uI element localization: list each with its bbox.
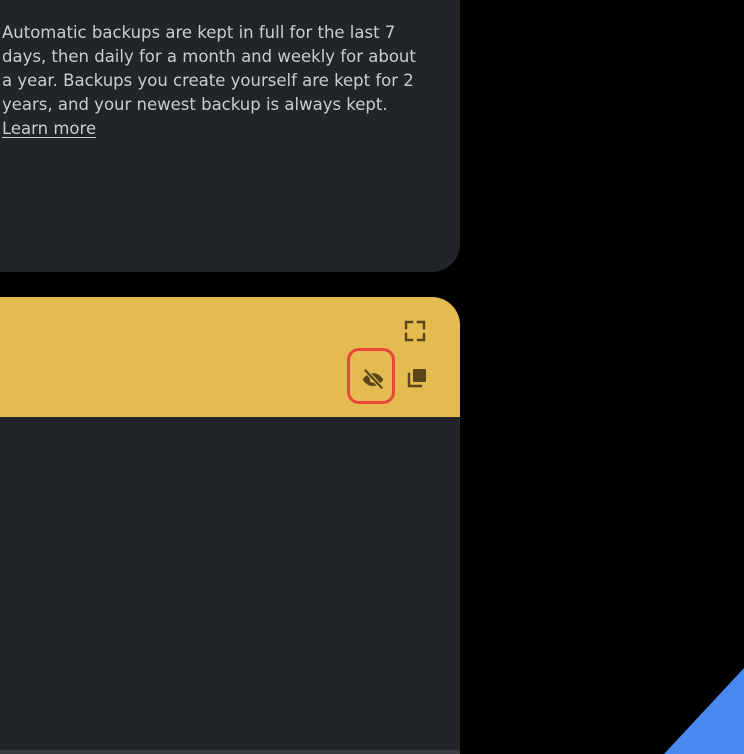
corner-decoration [664,668,744,754]
fullscreen-icon [404,320,426,342]
copy-icon [407,369,426,388]
bottom-divider [0,750,460,754]
screen: Automatic backups are kept in full for t… [0,0,744,754]
backup-info-text: Automatic backups are kept in full for t… [2,21,422,141]
backup-description: Automatic backups are kept in full for t… [2,23,416,114]
copy-button[interactable] [403,364,431,392]
toggle-visibility-button[interactable] [359,364,387,392]
key-panel-header [0,297,460,417]
learn-more-link[interactable]: Learn more [2,119,96,138]
key-panel-body [0,417,460,750]
fullscreen-button[interactable] [401,317,429,345]
visibility-off-icon [362,368,384,390]
backup-info-card: Automatic backups are kept in full for t… [0,0,460,272]
